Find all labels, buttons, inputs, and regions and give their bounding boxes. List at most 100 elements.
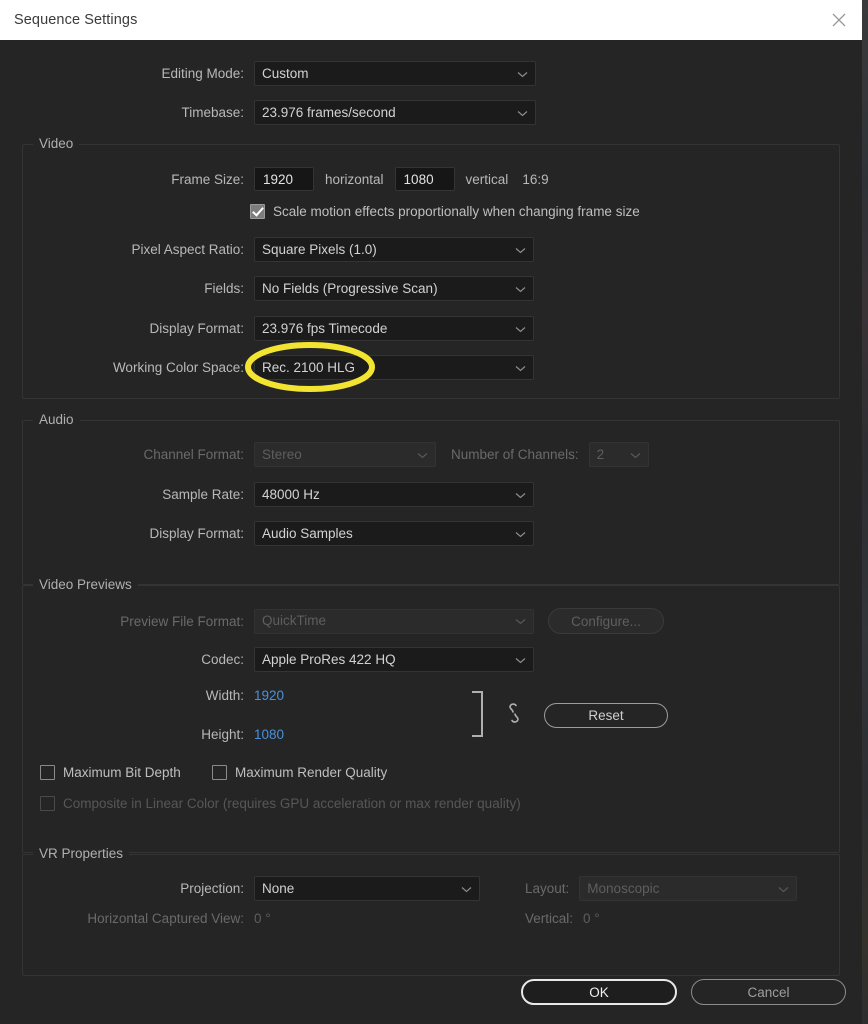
channel-format-dropdown: Stereo — [254, 442, 436, 467]
audio-display-format-label: Display Format: — [149, 526, 244, 541]
preview-width-value[interactable]: 1920 — [254, 688, 284, 703]
horizontal-label: horizontal — [325, 171, 384, 187]
sequence-settings-dialog: Sequence Settings Editing Mode: Custom T… — [0, 0, 862, 1024]
close-icon — [830, 11, 848, 29]
chevron-down-icon — [517, 71, 528, 78]
chevron-down-icon — [515, 618, 526, 625]
maximum-bit-depth-label: Maximum Bit Depth — [63, 765, 181, 780]
preview-height-label: Height: — [201, 727, 244, 742]
sample-rate-value: 48000 Hz — [262, 486, 320, 502]
aspect-ratio-value: 16:9 — [522, 171, 549, 187]
editing-mode-row: Editing Mode: Custom — [0, 61, 540, 86]
working-color-space-dropdown[interactable]: Rec. 2100 HLG — [254, 355, 534, 380]
horizontal-captured-view-row: Horizontal Captured View: 0 ° Vertical: … — [0, 911, 599, 926]
reset-button-label: Reset — [588, 708, 624, 723]
chevron-down-icon — [630, 452, 641, 459]
codec-value: Apple ProRes 422 HQ — [262, 651, 396, 667]
preview-file-format-label: Preview File Format: — [120, 613, 244, 629]
pixel-aspect-ratio-dropdown[interactable]: Square Pixels (1.0) — [254, 237, 534, 262]
working-color-space-row: Working Color Space: Rec. 2100 HLG — [0, 355, 534, 380]
fields-value: No Fields (Progressive Scan) — [262, 280, 438, 296]
timebase-label: Timebase: — [181, 105, 244, 120]
composite-linear-color-checkbox-row: Composite in Linear Color (requires GPU … — [40, 796, 521, 811]
chevron-down-icon — [515, 531, 526, 538]
dialog-title: Sequence Settings — [14, 12, 138, 28]
configure-button-label: Configure... — [571, 613, 641, 629]
horizontal-captured-view-value: 0 ° — [254, 911, 271, 926]
ok-button[interactable]: OK — [521, 979, 677, 1005]
frame-width-value: 1920 — [263, 171, 294, 187]
projection-value: None — [262, 880, 295, 896]
editing-mode-dropdown[interactable]: Custom — [254, 61, 536, 86]
maximum-bit-depth-checkbox[interactable] — [40, 765, 55, 780]
frame-height-value: 1080 — [403, 171, 434, 187]
pixel-aspect-ratio-value: Square Pixels (1.0) — [262, 241, 377, 257]
chain-link-icon[interactable] — [506, 702, 522, 727]
channel-format-label: Channel Format: — [143, 447, 244, 462]
number-of-channels-value: 2 — [596, 446, 605, 462]
preview-width-row: Width: 1920 — [0, 688, 284, 703]
codec-dropdown[interactable]: Apple ProRes 422 HQ — [254, 647, 534, 672]
chevron-down-icon — [515, 365, 526, 372]
preview-width-label: Width: — [205, 688, 244, 703]
projection-label: Projection: — [180, 881, 244, 896]
composite-linear-color-checkbox — [40, 796, 55, 811]
number-of-channels-dropdown: 2 — [588, 442, 649, 467]
preview-height-value[interactable]: 1080 — [254, 727, 284, 742]
fields-label: Fields: — [204, 281, 244, 296]
chevron-down-icon — [517, 110, 528, 117]
chevron-down-icon — [515, 247, 526, 254]
layout-value: Monoscopic — [587, 880, 660, 896]
scale-motion-effects-label: Scale motion effects proportionally when… — [273, 204, 640, 219]
video-previews-group-legend: Video Previews — [33, 577, 138, 592]
audio-display-format-dropdown[interactable]: Audio Samples — [254, 521, 534, 546]
sample-rate-row: Sample Rate: 48000 Hz — [0, 482, 534, 507]
configure-button: Configure... — [548, 608, 664, 634]
chevron-down-icon — [515, 326, 526, 333]
projection-dropdown[interactable]: None — [254, 876, 480, 901]
scale-motion-effects-checkbox[interactable] — [250, 204, 265, 219]
maximum-render-quality-checkbox-row[interactable]: Maximum Render Quality — [212, 765, 387, 780]
frame-height-input[interactable]: 1080 — [394, 167, 455, 191]
timebase-dropdown[interactable]: 23.976 frames/second — [254, 100, 536, 125]
reset-button[interactable]: Reset — [544, 703, 668, 728]
fields-dropdown[interactable]: No Fields (Progressive Scan) — [254, 276, 534, 301]
chevron-down-icon — [515, 286, 526, 293]
preview-file-format-row: Preview File Format: QuickTime Configure… — [0, 608, 664, 634]
codec-row: Codec: Apple ProRes 422 HQ — [0, 647, 534, 672]
timebase-row: Timebase: 23.976 frames/second — [0, 100, 540, 125]
vr-properties-group-legend: VR Properties — [33, 846, 130, 861]
fields-row: Fields: No Fields (Progressive Scan) — [0, 276, 534, 301]
close-button[interactable] — [816, 0, 862, 40]
maximum-render-quality-checkbox[interactable] — [212, 765, 227, 780]
video-display-format-label: Display Format: — [149, 321, 244, 336]
cancel-button[interactable]: Cancel — [691, 979, 846, 1005]
scale-motion-effects-checkbox-row[interactable]: Scale motion effects proportionally when… — [250, 204, 640, 219]
chevron-down-icon — [778, 886, 789, 893]
working-color-space-label: Working Color Space: — [112, 360, 244, 375]
sample-rate-label: Sample Rate: — [162, 487, 244, 502]
sample-rate-dropdown[interactable]: 48000 Hz — [254, 482, 534, 507]
frame-width-input[interactable]: 1920 — [254, 167, 314, 191]
composite-linear-color-label: Composite in Linear Color (requires GPU … — [63, 796, 521, 811]
dimension-bracket-icon — [470, 690, 488, 741]
audio-display-format-value: Audio Samples — [262, 525, 353, 541]
video-display-format-dropdown[interactable]: 23.976 fps Timecode — [254, 316, 534, 341]
editing-mode-value: Custom — [262, 65, 309, 81]
vertical-captured-view-label: Vertical: — [525, 911, 574, 926]
projection-row: Projection: None Layout: Monoscopic — [0, 876, 798, 901]
working-color-space-value: Rec. 2100 HLG — [262, 359, 356, 375]
pixel-aspect-ratio-row: Pixel Aspect Ratio: Square Pixels (1.0) — [0, 237, 534, 262]
vertical-label: vertical — [465, 171, 509, 187]
video-display-format-value: 23.976 fps Timecode — [262, 320, 388, 336]
number-of-channels-label: Number of Channels: — [451, 447, 579, 462]
editing-mode-label: Editing Mode: — [161, 66, 244, 81]
video-group-legend: Video — [33, 136, 80, 151]
layout-label: Layout: — [525, 881, 570, 896]
background-strip — [862, 0, 868, 1024]
preview-height-row: Height: 1080 — [0, 727, 284, 742]
audio-group-legend: Audio — [33, 412, 80, 427]
timebase-value: 23.976 frames/second — [262, 104, 396, 120]
maximum-bit-depth-checkbox-row[interactable]: Maximum Bit Depth — [40, 765, 181, 780]
layout-dropdown: Monoscopic — [579, 876, 798, 901]
